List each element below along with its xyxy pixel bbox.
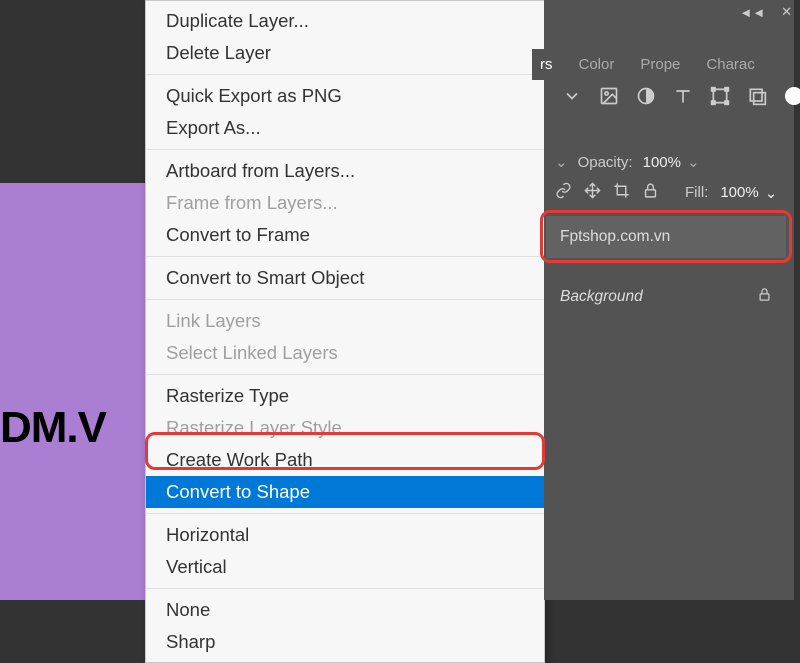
shape-filter-icon[interactable] xyxy=(708,84,732,108)
context-menu: Duplicate Layer... Delete Layer Quick Ex… xyxy=(145,0,545,663)
adjustment-filter-icon[interactable] xyxy=(634,84,658,108)
tab-character[interactable]: Charac xyxy=(698,49,762,80)
crop-icon[interactable] xyxy=(613,182,630,203)
ctx-convert-to-shape[interactable]: Convert to Shape xyxy=(146,476,544,508)
opacity-control: ⌄ Opacity: 100%⌄ xyxy=(555,153,700,171)
fill-value[interactable]: 100%⌄ xyxy=(720,184,777,202)
ctx-convert-smart-object[interactable]: Convert to Smart Object xyxy=(146,262,544,294)
ctx-none[interactable]: None xyxy=(146,594,544,626)
chevron-down-icon[interactable] xyxy=(560,84,584,108)
ctx-separator xyxy=(146,588,544,589)
ctx-vertical[interactable]: Vertical xyxy=(146,551,544,583)
ctx-separator xyxy=(146,256,544,257)
collapse-icon[interactable]: ◄◄ xyxy=(739,5,765,20)
type-filter-icon[interactable] xyxy=(671,84,695,108)
lock-icon[interactable] xyxy=(642,182,659,203)
tab-properties[interactable]: Prope xyxy=(632,49,688,80)
ctx-artboard-from-layers[interactable]: Artboard from Layers... xyxy=(146,155,544,187)
panel-tabs: rs Color Prope Charac xyxy=(532,46,763,82)
ctx-separator xyxy=(146,149,544,150)
tab-color[interactable]: Color xyxy=(571,49,623,80)
fill-control-row: Fill: 100%⌄ xyxy=(555,182,777,203)
ctx-separator xyxy=(146,374,544,375)
layer-filter-icons xyxy=(560,84,800,108)
ctx-link-layers: Link Layers xyxy=(146,305,544,337)
opacity-value[interactable]: 100%⌄ xyxy=(643,153,700,171)
ctx-separator xyxy=(146,299,544,300)
ctx-frame-from-layers: Frame from Layers... xyxy=(146,187,544,219)
layer-name: Background xyxy=(560,288,643,306)
ctx-horizontal[interactable]: Horizontal xyxy=(146,519,544,551)
link-icon[interactable] xyxy=(555,182,572,203)
ctx-create-work-path[interactable]: Create Work Path xyxy=(146,444,544,476)
panel-titlebar: ◄◄ ✕ xyxy=(739,4,792,20)
ctx-delete-layer[interactable]: Delete Layer xyxy=(146,37,544,69)
layer-item-background[interactable]: Background xyxy=(546,276,786,318)
opacity-label: Opacity: xyxy=(578,154,633,171)
ctx-select-linked-layers: Select Linked Layers xyxy=(146,337,544,369)
ctx-separator xyxy=(146,74,544,75)
layer-name: Fptshop.com.vn xyxy=(560,228,670,246)
image-filter-icon[interactable] xyxy=(597,84,621,108)
layer-item-selected[interactable]: Fptshop.com.vn xyxy=(546,216,786,258)
ctx-convert-to-frame[interactable]: Convert to Frame xyxy=(146,219,544,251)
move-icon[interactable] xyxy=(584,182,601,203)
ctx-export-as[interactable]: Export As... xyxy=(146,112,544,144)
chevron-down-icon[interactable]: ⌄ xyxy=(555,153,568,171)
fill-label: Fill: xyxy=(685,184,708,201)
ctx-rasterize-layer-style: Rasterize Layer Style xyxy=(146,412,544,444)
canvas-artboard xyxy=(0,183,145,600)
ctx-quick-export-png[interactable]: Quick Export as PNG xyxy=(146,80,544,112)
ctx-sharp[interactable]: Sharp xyxy=(146,626,544,658)
lock-icon[interactable] xyxy=(757,287,772,307)
smartobject-filter-icon[interactable] xyxy=(745,84,769,108)
color-swatch-icon[interactable] xyxy=(782,84,800,108)
canvas-text-content: DM.V xyxy=(0,403,106,453)
tab-layers[interactable]: rs xyxy=(532,49,561,80)
ctx-separator xyxy=(146,513,544,514)
close-icon[interactable]: ✕ xyxy=(781,4,792,20)
ctx-duplicate-layer[interactable]: Duplicate Layer... xyxy=(146,5,544,37)
ctx-rasterize-type[interactable]: Rasterize Type xyxy=(146,380,544,412)
